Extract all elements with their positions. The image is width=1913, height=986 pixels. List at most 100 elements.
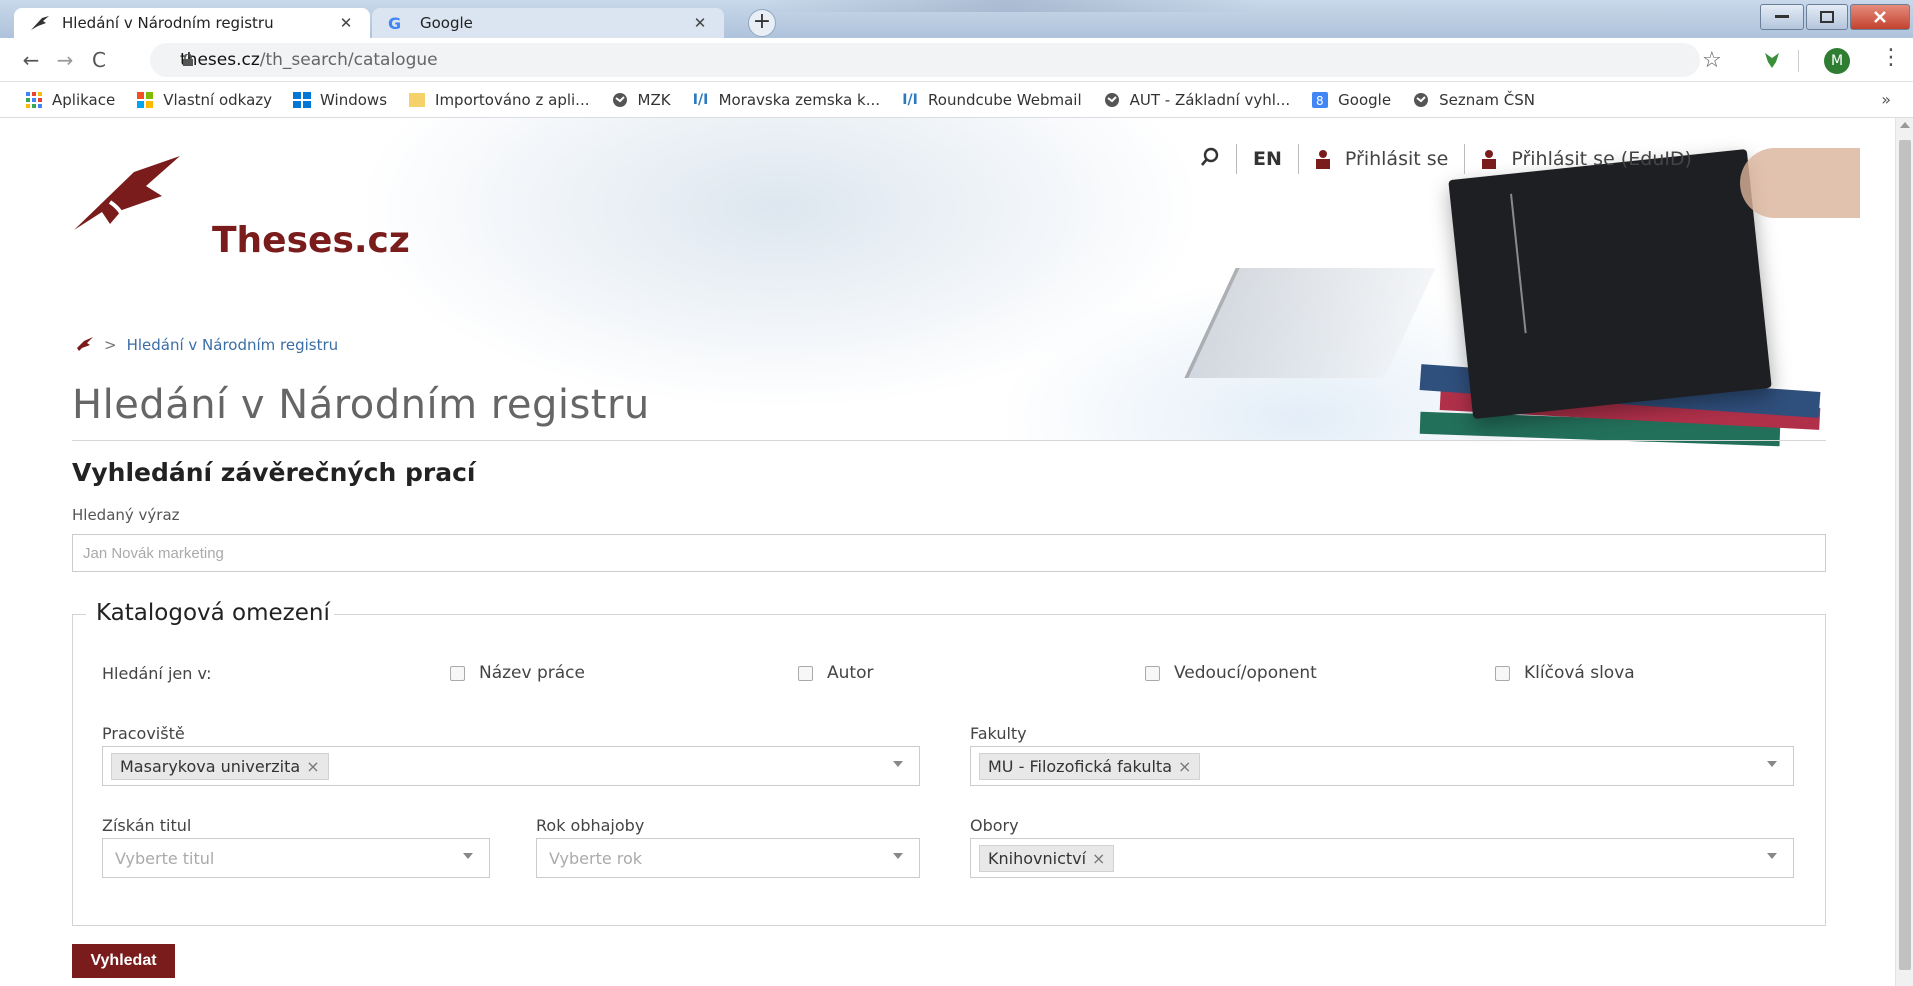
checkbox-keywords[interactable]: Klíčová slova bbox=[1495, 663, 1635, 683]
more-menu-icon[interactable]: ⋮ bbox=[1880, 45, 1902, 70]
nav-divider bbox=[1464, 144, 1466, 174]
address-bar: ← → C theses.cz/th_search/catalogue bbox=[0, 38, 1913, 82]
bookmark-item[interactable]: Importováno z apli... bbox=[407, 91, 590, 109]
bookmark-item[interactable]: Aplikace bbox=[24, 91, 115, 109]
forward-arrow-icon[interactable]: → bbox=[48, 48, 82, 72]
fakulty-select[interactable]: MU - Filozofická fakulta × bbox=[970, 746, 1794, 786]
search-input[interactable] bbox=[72, 534, 1826, 572]
bookmark-item[interactable]: I/I Moravska zemska k... bbox=[691, 91, 880, 109]
url-input[interactable]: theses.cz/th_search/catalogue bbox=[150, 43, 1700, 77]
site-logo-text[interactable]: Theses.cz bbox=[212, 220, 410, 261]
obory-select[interactable]: Knihovnictví × bbox=[970, 838, 1794, 878]
chip-remove-icon[interactable]: × bbox=[1178, 757, 1191, 776]
chip-label: Masarykova univerzita bbox=[120, 756, 301, 776]
select-placeholder: Vyberte titul bbox=[115, 848, 215, 868]
checkbox-label: Klíčová slova bbox=[1524, 663, 1635, 683]
bookmark-item[interactable]: Vlastní odkazy bbox=[135, 91, 272, 109]
lock-icon[interactable] bbox=[182, 54, 194, 66]
bookmark-label: MZK bbox=[637, 90, 671, 109]
user-icon bbox=[1481, 149, 1497, 169]
search-submit-button[interactable]: Vyhledat bbox=[72, 944, 175, 978]
chip-label: MU - Filozofická fakulta bbox=[988, 756, 1172, 776]
reload-icon[interactable]: C bbox=[82, 48, 116, 72]
close-icon bbox=[1874, 11, 1886, 23]
scrollbar-thumb[interactable] bbox=[1899, 140, 1911, 970]
bookmark-star-icon[interactable]: ☆ bbox=[1702, 48, 1722, 73]
fakulty-label: Fakulty bbox=[970, 724, 1027, 743]
bookmark-item[interactable]: Windows bbox=[292, 91, 387, 109]
windows-logo-icon bbox=[135, 91, 155, 109]
extension-icon[interactable] bbox=[1762, 50, 1782, 70]
url-path: /th_search/catalogue bbox=[259, 50, 438, 70]
back-arrow-icon[interactable]: ← bbox=[14, 48, 48, 72]
bookmarks-overflow-button[interactable]: » bbox=[1881, 90, 1891, 109]
rok-select[interactable]: Vyberte rok bbox=[536, 838, 920, 878]
language-switch-link[interactable]: EN bbox=[1253, 148, 1282, 170]
breadcrumb-current[interactable]: Hledání v Národním registru bbox=[127, 336, 339, 354]
bookmark-item[interactable]: MZK bbox=[610, 91, 671, 109]
close-icon[interactable]: ✕ bbox=[690, 14, 710, 32]
chip-label: Knihovnictví bbox=[988, 848, 1087, 868]
toolbar-divider bbox=[1798, 50, 1799, 72]
bookmark-item[interactable]: 8 Google bbox=[1310, 91, 1391, 109]
bookmark-label: Google bbox=[1338, 90, 1392, 109]
nav-divider bbox=[1297, 144, 1299, 174]
bookmark-label: Moravska zemska k... bbox=[718, 90, 881, 109]
chevron-down-icon bbox=[1767, 853, 1777, 859]
bookmark-item[interactable]: Seznam ČSN bbox=[1411, 91, 1535, 109]
checkbox-title[interactable]: Název práce bbox=[450, 663, 585, 683]
theses-favicon-icon bbox=[30, 15, 52, 31]
top-navigation: EN Přihlásit se Přihlásit se (EduID) bbox=[1200, 144, 1692, 174]
avatar[interactable]: M bbox=[1824, 48, 1850, 74]
hand-image bbox=[1740, 148, 1860, 218]
chevron-down-icon bbox=[463, 853, 473, 859]
window-close-button[interactable] bbox=[1850, 4, 1910, 30]
checkbox-author[interactable]: Autor bbox=[798, 663, 873, 683]
minimize-icon bbox=[1775, 15, 1789, 18]
select-placeholder: Vyberte rok bbox=[549, 848, 643, 868]
login-eduid-link[interactable]: Přihlásit se (EduID) bbox=[1511, 148, 1692, 170]
title-divider bbox=[72, 440, 1826, 441]
home-logo-icon[interactable] bbox=[72, 336, 94, 354]
browser-tab-strip: Hledání v Národním registru ✕ G Google ✕… bbox=[0, 0, 1913, 38]
bookmark-item[interactable]: I/I Roundcube Webmail bbox=[900, 91, 1081, 109]
mzk-logo-icon: I/I bbox=[902, 91, 918, 108]
tab-google[interactable]: G Google ✕ bbox=[372, 8, 724, 38]
google-icon: G bbox=[388, 13, 402, 33]
svg-text:8: 8 bbox=[1316, 94, 1324, 108]
tab-strip-decoration bbox=[760, 0, 1260, 12]
bookmark-label: Seznam ČSN bbox=[1439, 90, 1535, 109]
checkbox[interactable] bbox=[1145, 665, 1160, 681]
chip-remove-icon[interactable]: × bbox=[1092, 849, 1105, 868]
tab-active[interactable]: Hledání v Národním registru ✕ bbox=[14, 8, 370, 38]
maximize-button[interactable] bbox=[1806, 4, 1848, 30]
page-scrollbar[interactable] bbox=[1895, 118, 1913, 986]
minimize-button[interactable] bbox=[1760, 4, 1804, 30]
checkbox[interactable] bbox=[450, 665, 465, 681]
chip-remove-icon[interactable]: × bbox=[306, 757, 319, 776]
checkbox[interactable] bbox=[1495, 665, 1510, 681]
pracoviste-select[interactable]: Masarykova univerzita × bbox=[102, 746, 920, 786]
bookmark-item[interactable]: AUT - Základní vyhl... bbox=[1102, 91, 1290, 109]
page-title: Hledání v Národním registru bbox=[72, 382, 650, 428]
search-label: Hledaný výraz bbox=[72, 506, 180, 524]
login-link[interactable]: Přihlásit se bbox=[1345, 148, 1448, 170]
titul-select[interactable]: Vyberte titul bbox=[102, 838, 490, 878]
bookmark-label: Windows bbox=[320, 90, 388, 109]
theses-logo-icon[interactable] bbox=[72, 152, 182, 242]
close-icon[interactable]: ✕ bbox=[336, 14, 356, 32]
bookmark-label: Aplikace bbox=[52, 90, 116, 109]
bookmark-label: Vlastní odkazy bbox=[163, 90, 273, 109]
checkbox-supervisor[interactable]: Vedoucí/oponent bbox=[1145, 663, 1317, 683]
new-tab-button[interactable]: + bbox=[748, 9, 776, 37]
mzk-logo-icon: I/I bbox=[692, 91, 709, 108]
user-icon bbox=[1315, 149, 1331, 169]
obory-label: Obory bbox=[970, 816, 1019, 835]
folder-icon bbox=[407, 91, 427, 109]
scroll-up-icon[interactable] bbox=[1900, 122, 1910, 128]
fieldset-legend: Katalogová omezení bbox=[86, 600, 334, 626]
selected-chip: Knihovnictví × bbox=[979, 844, 1115, 872]
search-icon[interactable] bbox=[1200, 147, 1220, 172]
pracoviste-label: Pracoviště bbox=[102, 724, 185, 743]
checkbox[interactable] bbox=[798, 665, 813, 681]
